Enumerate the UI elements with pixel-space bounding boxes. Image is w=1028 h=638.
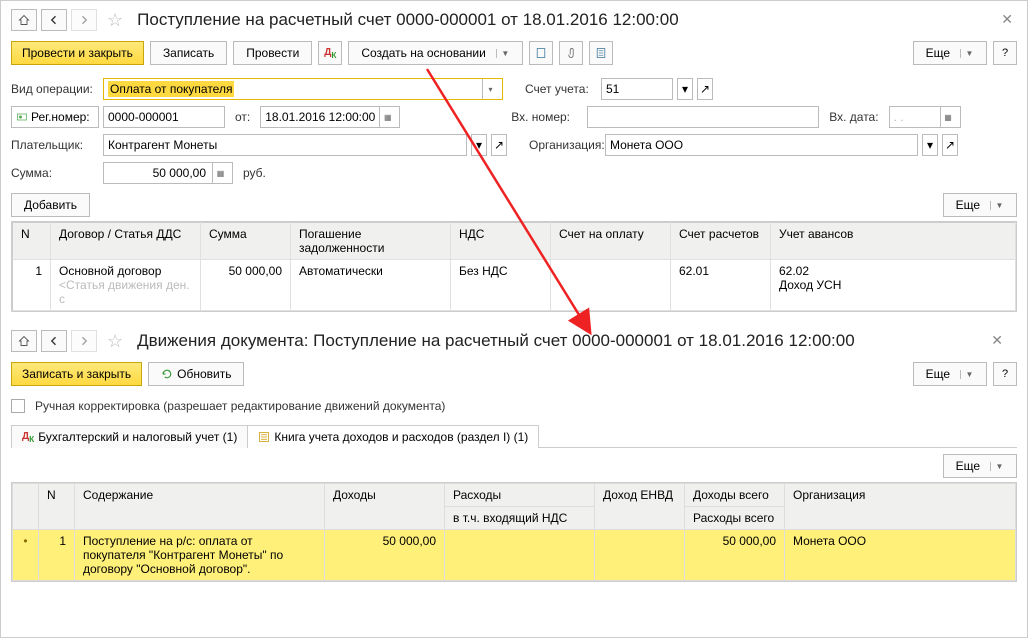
org-open[interactable]: ↗ bbox=[942, 134, 958, 156]
tab-accounting[interactable]: ДКБухгалтерский и налоговый учет (1) bbox=[11, 425, 248, 448]
help-button[interactable]: ? bbox=[993, 41, 1017, 65]
movements-button[interactable]: ДК bbox=[318, 41, 342, 65]
org-label: Организация: bbox=[529, 138, 601, 152]
in-date-label: Вх. дата: bbox=[823, 110, 884, 124]
movements-row[interactable]: • 1 Поступление на р/с: оплата от покупа… bbox=[13, 530, 1016, 581]
account-field[interactable]: 51 bbox=[601, 78, 673, 100]
add-row-button[interactable]: Добавить bbox=[11, 193, 90, 217]
payer-field[interactable]: Контрагент Монеты bbox=[103, 134, 467, 156]
movements-header: N Содержание Доходы Расходы Доход ЕНВД Д… bbox=[13, 484, 1016, 507]
op-type-field[interactable]: Оплата от покупателя▾ bbox=[103, 78, 503, 100]
manual-correction-checkbox[interactable] bbox=[11, 399, 25, 413]
create-based-button[interactable]: Создать на основании▼ bbox=[348, 41, 523, 65]
in-date-field[interactable]: . .▦ bbox=[889, 106, 961, 128]
post-button[interactable]: Провести bbox=[233, 41, 312, 65]
write-button[interactable]: Записать bbox=[150, 41, 227, 65]
page-title: Поступление на расчетный счет 0000-00000… bbox=[133, 10, 679, 30]
regnum-label: Рег.номер: bbox=[11, 106, 99, 128]
save-close-button[interactable]: Записать и закрыть bbox=[11, 362, 142, 386]
table-row[interactable]: 1 Основной договор<Статья движения ден. … bbox=[13, 260, 1016, 311]
manual-correction-label: Ручная корректировка (разрешает редактир… bbox=[35, 399, 445, 413]
sum-field[interactable]: 50 000,00▦ bbox=[103, 162, 233, 184]
star-icon-2[interactable]: ☆ bbox=[101, 331, 129, 352]
back-button-2[interactable] bbox=[41, 330, 67, 352]
sum-label: Сумма: bbox=[11, 166, 99, 180]
close-icon-2[interactable]: ✕ bbox=[991, 332, 1003, 349]
lower-table-more-button[interactable]: Еще▼ bbox=[943, 454, 1017, 478]
more-button[interactable]: Еще▼ bbox=[913, 41, 987, 65]
page-title-2: Движения документа: Поступление на расче… bbox=[133, 331, 855, 351]
table-header: N Договор / Статья ДДС Сумма Погашение з… bbox=[13, 223, 1016, 260]
account-label: Счет учета: bbox=[525, 82, 597, 96]
close-icon[interactable]: ✕ bbox=[1001, 11, 1013, 28]
account-open[interactable]: ↗ bbox=[697, 78, 713, 100]
forward-button[interactable] bbox=[71, 9, 97, 31]
sum-currency: руб. bbox=[237, 166, 266, 180]
payer-label: Плательщик: bbox=[11, 138, 99, 152]
regnum-field[interactable]: 0000-000001 bbox=[103, 106, 225, 128]
op-type-label: Вид операции: bbox=[11, 82, 99, 96]
tab-income-book[interactable]: Книга учета доходов и расходов (раздел I… bbox=[247, 425, 539, 448]
refresh-button[interactable]: Обновить bbox=[148, 362, 244, 386]
payer-open[interactable]: ↗ bbox=[491, 134, 507, 156]
from-date-field[interactable]: 18.01.2016 12:00:00▦ bbox=[260, 106, 400, 128]
star-icon[interactable]: ☆ bbox=[101, 10, 129, 31]
forward-button-2[interactable] bbox=[71, 330, 97, 352]
account-dropdown[interactable]: ▾ bbox=[677, 78, 693, 100]
lower-help-button[interactable]: ? bbox=[993, 362, 1017, 386]
list-button[interactable] bbox=[589, 41, 613, 65]
home-button-2[interactable] bbox=[11, 330, 37, 352]
movements-table[interactable]: N Содержание Доходы Расходы Доход ЕНВД Д… bbox=[12, 483, 1016, 581]
clip-button[interactable] bbox=[559, 41, 583, 65]
from-label: от: bbox=[229, 110, 256, 124]
payer-dropdown[interactable]: ▾ bbox=[471, 134, 487, 156]
org-field[interactable]: Монета ООО bbox=[605, 134, 918, 156]
table-more-button[interactable]: Еще▼ bbox=[943, 193, 1017, 217]
post-and-close-button[interactable]: Провести и закрыть bbox=[11, 41, 144, 65]
in-num-field[interactable] bbox=[587, 106, 819, 128]
lower-more-button[interactable]: Еще▼ bbox=[913, 362, 987, 386]
attach-doc-button[interactable] bbox=[529, 41, 553, 65]
back-button[interactable] bbox=[41, 9, 67, 31]
home-button[interactable] bbox=[11, 9, 37, 31]
in-num-label: Вх. номер: bbox=[511, 110, 583, 124]
rows-table[interactable]: N Договор / Статья ДДС Сумма Погашение з… bbox=[12, 222, 1016, 311]
org-dropdown[interactable]: ▾ bbox=[922, 134, 938, 156]
